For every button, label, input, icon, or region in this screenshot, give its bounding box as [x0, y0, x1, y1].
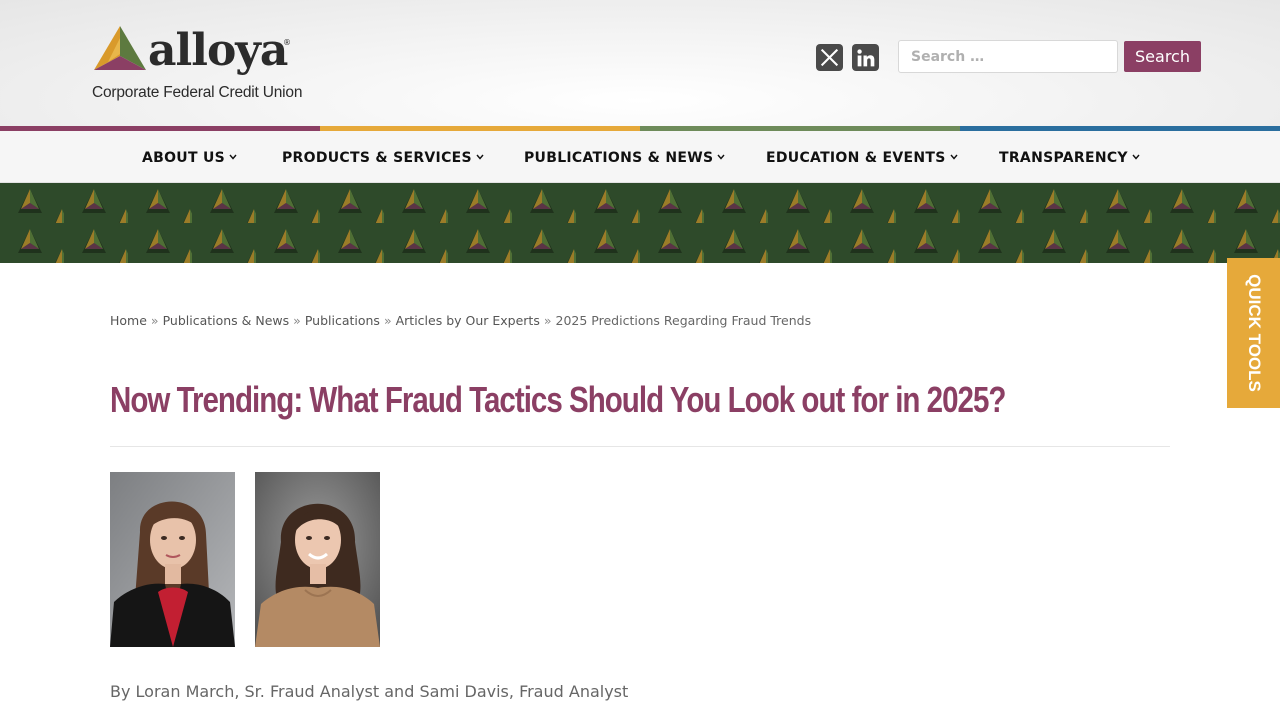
chevron-down-icon [950, 148, 958, 164]
author-photo-sami-davis [255, 472, 380, 647]
logo-triangle-icon [94, 26, 146, 70]
nav-item-transparency[interactable]: TRANSPARENCY [999, 148, 1140, 166]
title-divider [110, 446, 1170, 447]
quick-tools-tab[interactable]: QUICK TOOLS [1227, 258, 1280, 408]
breadcrumb-publications-news[interactable]: Publications & News [163, 313, 290, 328]
alloya-logo[interactable]: alloya ® Corporate Federal Credit Union [92, 24, 302, 104]
linkedin-glyph [856, 48, 874, 66]
breadcrumb-separator: » [383, 313, 392, 328]
nav-item-publications-news[interactable]: PUBLICATIONS & NEWS [524, 148, 725, 166]
nav-item-education-events[interactable]: EDUCATION & EVENTS [766, 148, 958, 166]
nav-label: PRODUCTS & SERVICES [282, 150, 472, 166]
breadcrumb: Home» Publications & News» Publications» Ar… [110, 313, 811, 328]
nav-label: PUBLICATIONS & NEWS [524, 150, 714, 166]
x-glyph [820, 48, 839, 67]
quick-tools-label: QUICK TOOLS [1244, 274, 1264, 392]
linkedin-icon[interactable] [852, 44, 879, 71]
nav-label: EDUCATION & EVENTS [766, 150, 946, 166]
breadcrumb-publications[interactable]: Publications [305, 313, 380, 328]
chevron-down-icon [717, 148, 725, 164]
chevron-down-icon [229, 148, 237, 164]
search-input[interactable] [898, 40, 1118, 73]
breadcrumb-current: 2025 Predictions Regarding Fraud Trends [555, 313, 812, 328]
logo-wordmark: alloya [148, 25, 288, 76]
page-title: Now Trending: What Fraud Tactics Should … [110, 379, 1006, 420]
logo-registered-mark: ® [283, 38, 291, 47]
breadcrumb-home[interactable]: Home [110, 313, 147, 328]
hero-banner [0, 183, 1280, 263]
main-nav: ABOUT US PRODUCTS & SERVICES PUBLICATION… [0, 131, 1280, 183]
article-byline: By Loran March, Sr. Fraud Analyst and Sa… [110, 682, 629, 701]
nav-item-about-us[interactable]: ABOUT US [142, 148, 237, 166]
triangle-pattern [0, 183, 1280, 263]
breadcrumb-separator: » [293, 313, 301, 328]
chevron-down-icon [476, 148, 484, 164]
nav-label: TRANSPARENCY [999, 150, 1128, 166]
breadcrumb-articles-by-experts[interactable]: Articles by Our Experts [396, 313, 540, 328]
nav-label: ABOUT US [142, 150, 226, 166]
x-icon[interactable] [816, 44, 843, 71]
site-header: alloya ® Corporate Federal Credit Union … [0, 0, 1280, 126]
search-button[interactable]: Search [1124, 41, 1201, 72]
author-photo-loran-march [110, 472, 235, 647]
nav-item-products-services[interactable]: PRODUCTS & SERVICES [282, 148, 484, 166]
breadcrumb-separator: » [543, 313, 552, 328]
breadcrumb-separator: » [150, 313, 159, 328]
chevron-down-icon [1132, 148, 1140, 164]
logo-tagline: Corporate Federal Credit Union [92, 84, 303, 101]
